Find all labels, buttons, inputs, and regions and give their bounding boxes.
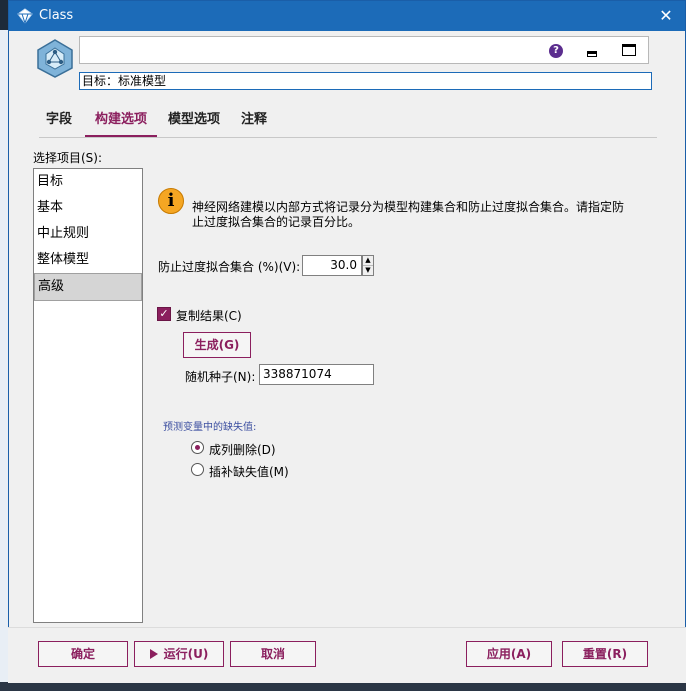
class-dialog: Class ✕ ? 目标：标准模型 字段 构建选项 模型选项 注释 选择项目(S… xyxy=(8,0,686,682)
info-icon: i xyxy=(158,188,184,214)
window-title: Class xyxy=(39,8,74,23)
impute-missing-radio[interactable] xyxy=(191,463,204,476)
random-seed-input[interactable]: 338871074 xyxy=(259,364,374,385)
ok-button[interactable]: 确定 xyxy=(38,641,128,667)
tab-fields[interactable]: 字段 xyxy=(39,105,79,135)
listwise-deletion-radio[interactable] xyxy=(191,441,204,454)
list-item-ensembles[interactable]: 整体模型 xyxy=(34,247,142,273)
list-item-objectives[interactable]: 目标 xyxy=(34,169,142,195)
list-item-stopping-rules[interactable]: 中止规则 xyxy=(34,221,142,247)
play-icon xyxy=(149,649,158,659)
tab-divider xyxy=(39,137,657,138)
run-button[interactable]: 运行(U) xyxy=(134,641,224,667)
dialog-button-bar: 确定 运行(U) 取消 应用(A) 重置(R) xyxy=(8,627,686,683)
help-icon[interactable]: ? xyxy=(549,44,563,58)
replicate-results-label[interactable]: 复制结果(C) xyxy=(176,307,242,324)
item-list: 目标 基本 中止规则 整体模型 高级 xyxy=(33,168,143,623)
reset-button[interactable]: 重置(R) xyxy=(562,641,648,667)
node-header: ? 目标：标准模型 xyxy=(9,31,685,95)
cancel-button[interactable]: 取消 xyxy=(230,641,316,667)
info-description: 神经网络建模以内部方式将记录分为模型构建集合和防止过度拟合集合。请指定防止过度拟… xyxy=(192,200,625,229)
neural-net-node-icon xyxy=(37,39,73,78)
select-item-label: 选择项目(S): xyxy=(33,151,103,165)
overfit-set-label: 防止过度拟合集合 (%)(V): xyxy=(158,260,301,274)
overfit-percent-input[interactable]: 30.0 xyxy=(302,255,362,276)
missing-values-title: 预测变量中的缺失值: xyxy=(163,422,257,433)
replicate-results-checkbox[interactable]: ✓ xyxy=(157,307,171,321)
list-item-basics[interactable]: 基本 xyxy=(34,195,142,221)
background-app-strip xyxy=(0,30,8,691)
generate-seed-button[interactable]: 生成(G) xyxy=(183,332,251,358)
app-diamond-icon xyxy=(17,8,33,24)
close-icon[interactable]: ✕ xyxy=(655,5,677,27)
spinner-down-icon[interactable]: ▼ xyxy=(363,266,373,275)
impute-missing-label[interactable]: 插补缺失值(M) xyxy=(209,463,289,480)
run-button-label: 运行(U) xyxy=(163,647,209,661)
title-bar: Class ✕ xyxy=(9,1,685,31)
tab-bar: 字段 构建选项 模型选项 注释 xyxy=(39,105,679,137)
list-item-advanced[interactable]: 高级 xyxy=(34,273,142,301)
tab-model-options[interactable]: 模型选项 xyxy=(162,105,226,135)
apply-button[interactable]: 应用(A) xyxy=(466,641,552,667)
minimize-icon[interactable] xyxy=(587,51,597,57)
background-taskbar xyxy=(0,682,686,691)
spinner-up-icon[interactable]: ▲ xyxy=(363,256,373,266)
random-seed-label: 随机种子(N): xyxy=(185,370,256,384)
overfit-spinner[interactable]: ▲ ▼ xyxy=(362,255,374,276)
tab-build-options[interactable]: 构建选项 xyxy=(85,105,157,137)
listwise-deletion-label[interactable]: 成列删除(D) xyxy=(209,441,276,458)
tab-annotations[interactable]: 注释 xyxy=(234,105,274,135)
maximize-icon[interactable] xyxy=(622,44,636,56)
target-field[interactable]: 目标：标准模型 xyxy=(79,72,652,90)
node-name-field[interactable] xyxy=(79,36,649,64)
